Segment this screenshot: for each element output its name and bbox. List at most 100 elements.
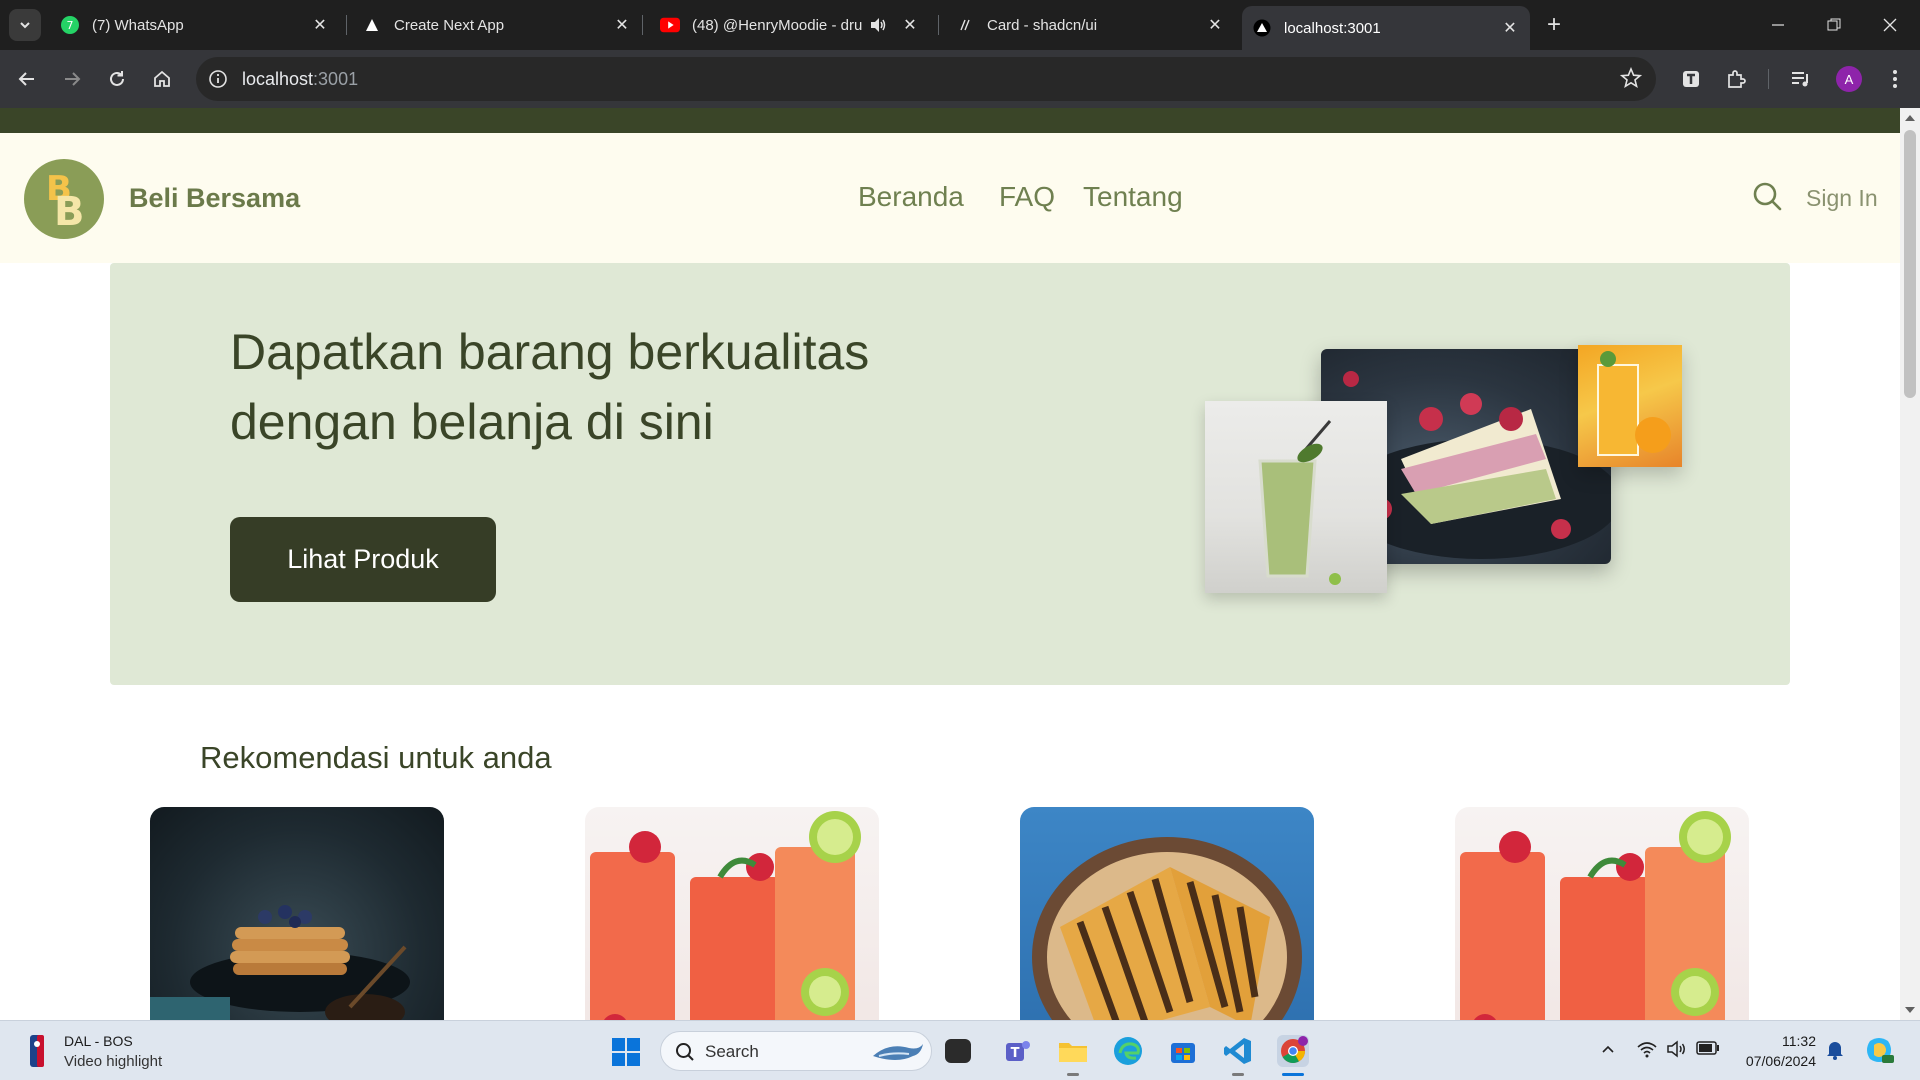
hero-title: Dapatkan barang berkualitas dengan belan… [230,317,990,457]
notification-bell-icon[interactable] [1825,1039,1845,1066]
nba-logo-icon [30,1035,44,1067]
media-queue-icon [1792,72,1808,87]
hero-title-line: dengan belanja di sini [230,394,714,450]
top-band [0,108,1900,133]
show-hidden-icons-chevron-icon[interactable] [1600,1041,1616,1062]
youtube-icon [660,15,680,35]
speaker-icon[interactable] [868,15,888,35]
scroll-down-arrow[interactable] [1905,1007,1915,1013]
taskbar-search-box[interactable]: Search [660,1031,932,1071]
browser-menu-button[interactable] [1880,64,1910,94]
tab-title: (48) @HenryMoodie - drun [692,16,862,34]
tab-title: Create Next App [394,16,505,34]
vscode-icon[interactable] [1222,1035,1254,1067]
forward-button[interactable] [57,64,87,94]
running-indicator [1232,1073,1244,1076]
arrow-left-icon [18,72,34,86]
back-button[interactable] [12,64,42,94]
scrollbar-thumb[interactable] [1904,130,1916,398]
copilot-icon[interactable] [1864,1035,1894,1070]
restore-icon [1827,18,1841,31]
minimize-icon [1772,24,1784,26]
product-card-grilled-sandwich[interactable] [1020,807,1314,1020]
svg-text:T: T [1011,1046,1020,1061]
url-text[interactable]: localhost:3001 [242,69,358,90]
sign-in-link[interactable]: Sign In [1806,185,1878,212]
search-button[interactable] [1752,181,1786,215]
tab-separator [938,15,939,35]
browser-toolbar: localhost:3001 A [0,50,1920,108]
close-icon[interactable]: ✕ [310,15,330,35]
tab-search-button[interactable] [9,9,41,41]
tab-create-next-app[interactable]: Create Next App ✕ [352,8,642,42]
site-info-icon[interactable] [206,67,230,91]
profile-avatar[interactable]: A [1836,66,1862,92]
close-icon[interactable]: ✕ [1500,18,1520,38]
system-clock[interactable]: 11:32 07/06/2024 [1736,1031,1816,1071]
close-icon [1883,18,1897,32]
tab-title: (7) WhatsApp [92,16,184,34]
hero-title-line: Dapatkan barang berkualitas [230,324,870,380]
start-button[interactable] [611,1037,641,1067]
battery-icon[interactable] [1696,1041,1720,1060]
address-bar[interactable]: localhost:3001 [196,57,1656,101]
tab-localhost[interactable]: localhost:3001 ✕ [1242,6,1530,50]
matcha-smoothie-image [1205,401,1387,593]
site-logo[interactable]: B B [24,159,104,239]
kebab-menu-icon [1893,70,1897,88]
triangle-icon [362,15,382,35]
puzzle-icon [1728,70,1746,88]
close-icon[interactable]: ✕ [612,15,632,35]
new-tab-button[interactable]: + [1540,11,1568,39]
close-window-button[interactable] [1862,0,1918,50]
toolbar-separator [1768,69,1769,89]
chrome-icon[interactable] [1277,1035,1309,1067]
brand-name[interactable]: Beli Bersama [129,183,300,214]
close-icon[interactable]: ✕ [900,15,920,35]
microsoft-store-icon[interactable] [1167,1035,1199,1067]
search-icon [676,1043,694,1061]
product-card-strawberry-drink[interactable] [585,807,879,1020]
browser-tab-strip: 7 (7) WhatsApp ✕ Create Next App ✕ (48) … [0,0,1920,50]
wifi-icon[interactable] [1636,1039,1658,1064]
slash-icon [955,15,975,35]
reload-button[interactable] [102,64,132,94]
nav-link-beranda[interactable]: Beranda [858,181,964,213]
media-controls-button[interactable] [1786,64,1816,94]
home-button[interactable] [147,64,177,94]
extension-button[interactable] [1676,64,1706,94]
view-products-button[interactable]: Lihat Produk [230,517,496,602]
nav-link-tentang[interactable]: Tentang [1083,181,1183,213]
volume-icon[interactable] [1666,1039,1688,1064]
tab-whatsapp[interactable]: 7 (7) WhatsApp ✕ [50,8,340,42]
pancakes-image [150,905,410,1020]
windows-taskbar: DAL - BOS Video highlight Search T 11:32… [0,1020,1920,1080]
clock-date: 07/06/2024 [1745,1053,1816,1069]
clock-time: 11:32 [1782,1033,1816,1049]
close-icon[interactable]: ✕ [1205,15,1225,35]
home-icon [154,70,170,87]
nav-link-faq[interactable]: FAQ [999,181,1055,213]
product-card-strawberry-drink[interactable] [1455,807,1749,1020]
svg-text:7: 7 [67,19,74,32]
scroll-up-arrow[interactable] [1905,115,1915,121]
page-scrollbar[interactable] [1900,108,1920,1020]
tab-shadcn-card[interactable]: Card - shadcn/ui ✕ [945,8,1235,42]
teams-icon[interactable]: T [1002,1035,1034,1067]
minimize-button[interactable] [1750,0,1806,50]
tab-youtube[interactable]: (48) @HenryMoodie - drun ✕ [650,8,930,42]
url-port: :3001 [313,69,359,89]
product-card-pancakes[interactable] [150,807,444,1020]
task-view-icon[interactable] [945,1039,971,1063]
restore-button[interactable] [1806,0,1862,50]
hero-banner: Dapatkan barang berkualitas dengan belan… [110,263,1790,685]
extensions-menu-button[interactable] [1721,64,1751,94]
bookmark-star-icon[interactable] [1619,66,1643,94]
tab-separator [642,15,643,35]
news-subtitle: Video highlight [64,1053,163,1070]
whatsapp-icon: 7 [60,15,80,35]
edge-icon[interactable] [1112,1035,1144,1067]
running-indicator [1067,1073,1079,1076]
file-explorer-icon[interactable] [1057,1035,1089,1067]
tab-title: Card - shadcn/ui [987,16,1098,34]
